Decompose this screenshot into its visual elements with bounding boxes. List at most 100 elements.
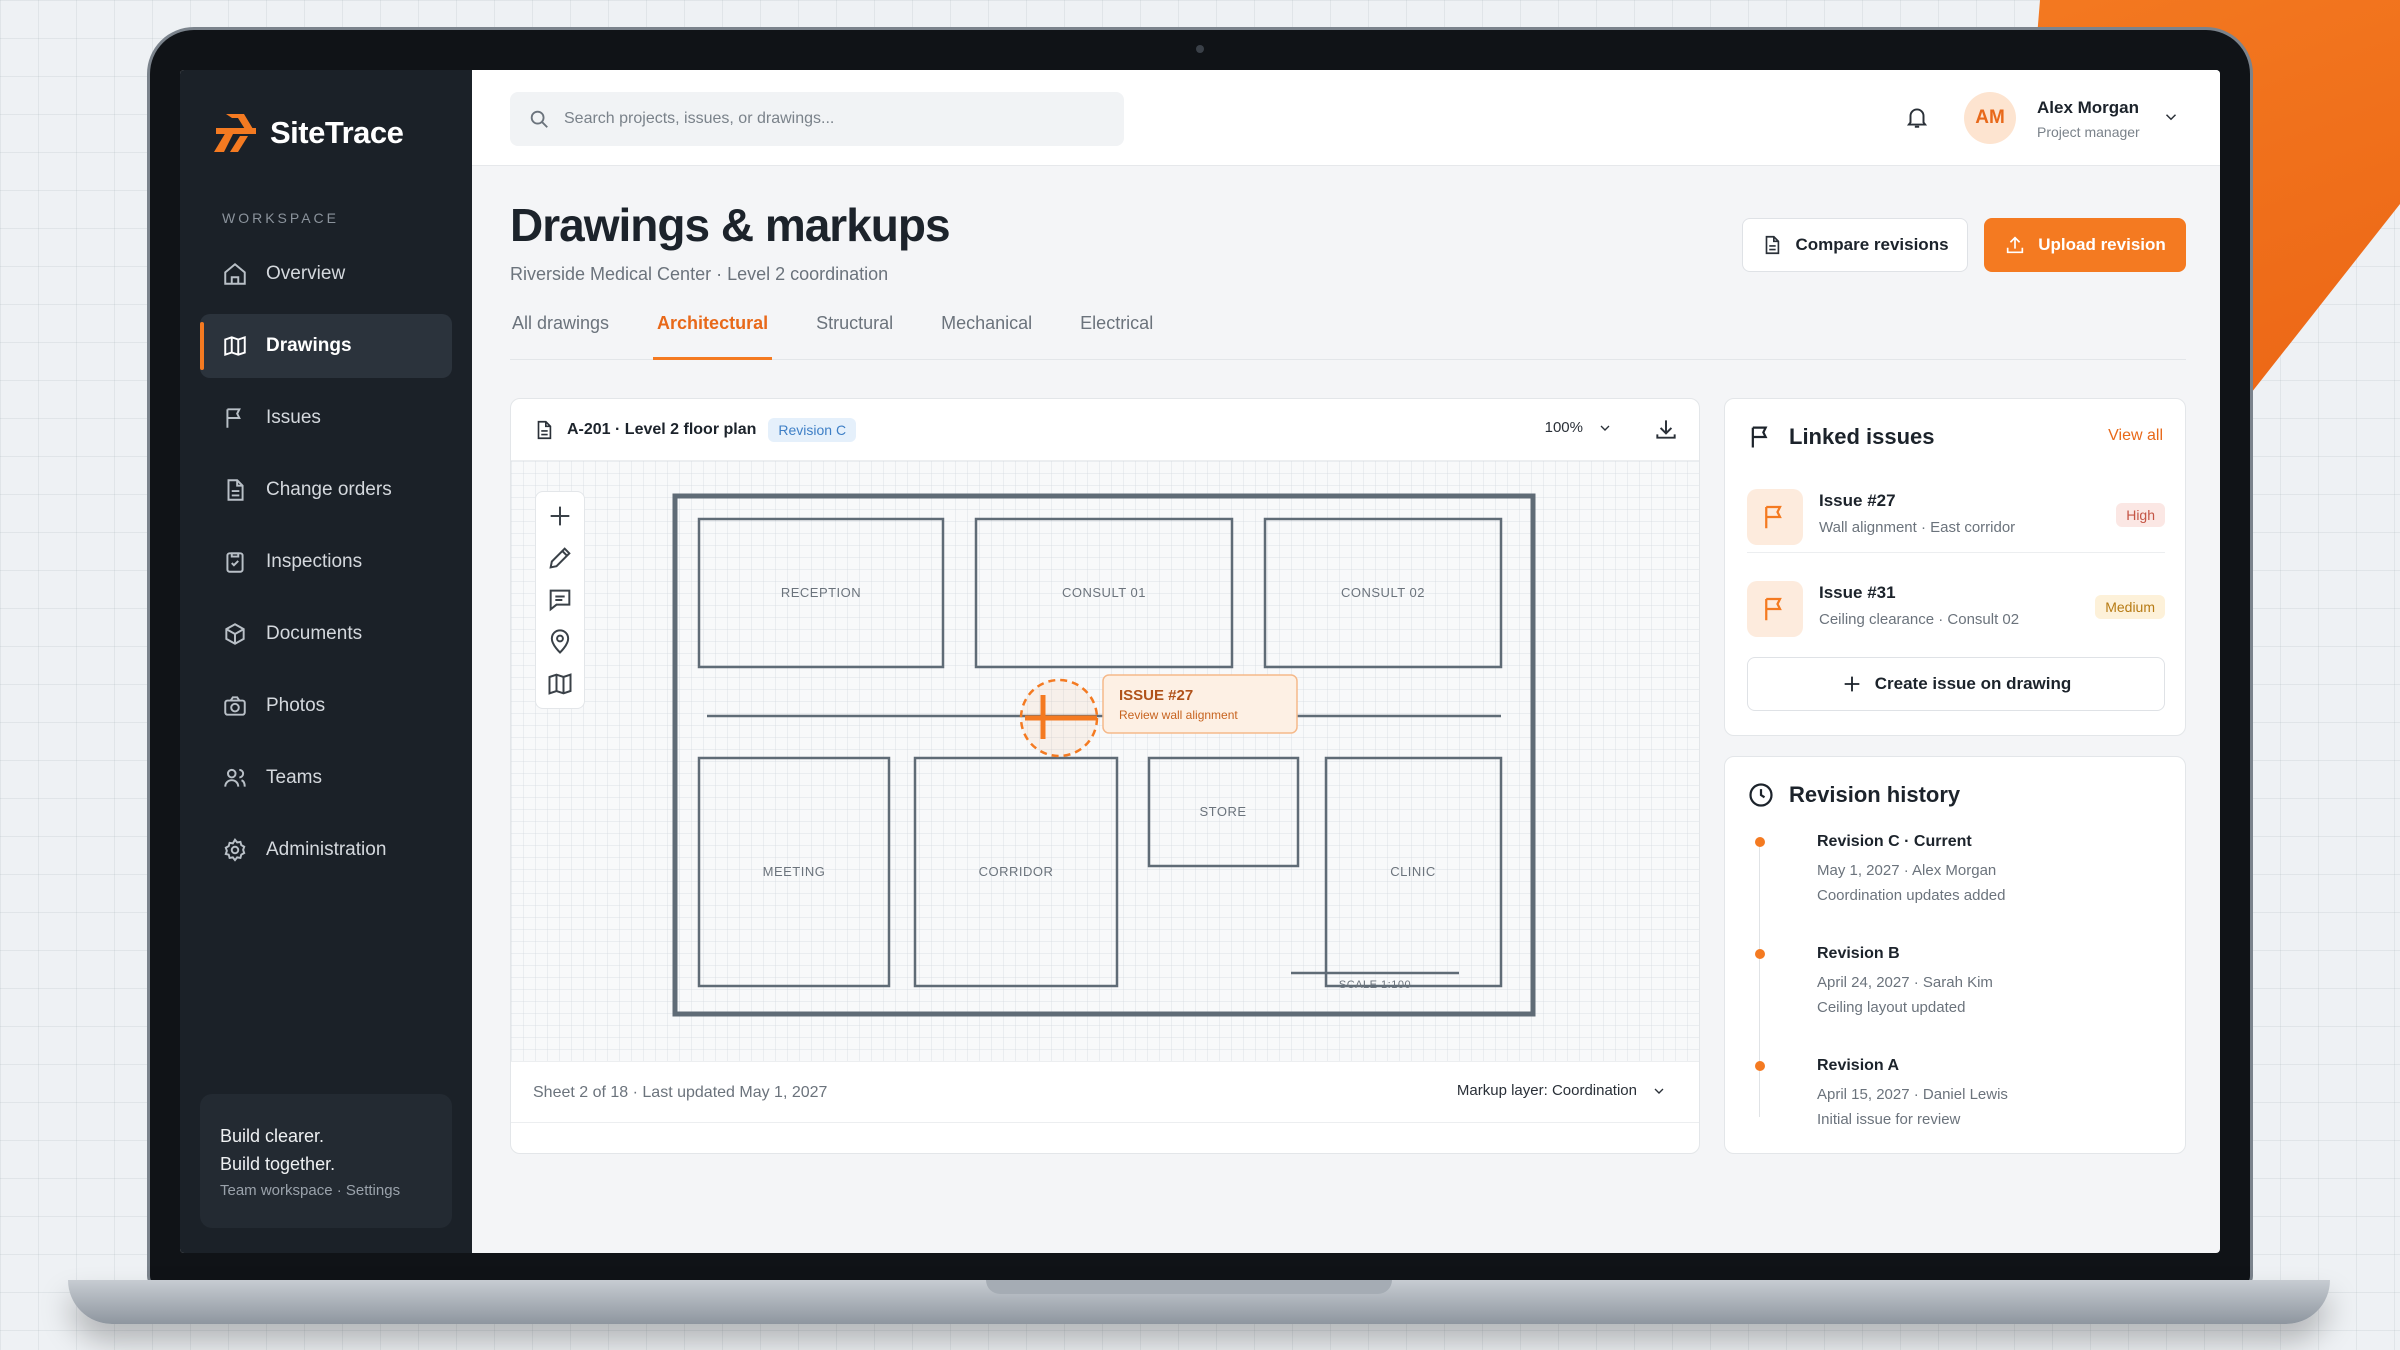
sidebar-item-drawings[interactable]: Drawings <box>200 314 452 378</box>
sidebar: SiteTrace WORKSPACE Overview Drawings Is… <box>180 70 472 1253</box>
timeline-line <box>1759 843 1760 1117</box>
compare-revisions-button[interactable]: Compare revisions <box>1742 218 1968 272</box>
sidebar-item-documents[interactable]: Documents <box>200 602 452 666</box>
linked-issues-title: Linked issues <box>1789 424 1935 449</box>
chevron-down-icon <box>1654 1088 1664 1094</box>
upload-revision-label: Upload revision <box>2038 235 2166 254</box>
markup-toolbar <box>535 491 585 709</box>
compare-revisions-label: Compare revisions <box>1795 235 1949 254</box>
promo-line-2: Build together. <box>220 1154 336 1174</box>
app-name: SiteTrace <box>270 115 404 150</box>
map-icon[interactable] <box>546 670 574 698</box>
user-role: Project manager <box>2037 124 2140 140</box>
sidebar-item-label: Photos <box>266 695 326 716</box>
drawing-header: A-201 · Level 2 floor plan Revision C 10… <box>511 399 1699 461</box>
tab-all-drawings[interactable]: All drawings <box>510 308 611 360</box>
clipboard-check-icon <box>226 552 244 573</box>
issue-flag-badge <box>1747 581 1803 637</box>
revision-history-header: Revision history <box>1747 781 1960 809</box>
view-all-link[interactable]: View all <box>2108 427 2163 445</box>
issue-flag-badge <box>1747 489 1803 545</box>
floor-plan: RECEPTION CONSULT 01 CONSULT 02 MEETING … <box>672 493 1536 1017</box>
sidebar-item-inspections[interactable]: Inspections <box>200 530 452 594</box>
sidebar-item-administration[interactable]: Administration <box>200 818 452 882</box>
flag-icon <box>1751 426 1768 448</box>
app-screen: SiteTrace WORKSPACE Overview Drawings Is… <box>180 70 2220 1253</box>
sidebar-item-teams[interactable]: Teams <box>200 746 452 810</box>
workspace-promo-card[interactable]: Build clearer. Build together. Team work… <box>200 1094 452 1228</box>
main-content: AM Alex Morgan Project manager Drawings … <box>472 70 2220 1253</box>
laptop-notch <box>986 1280 1392 1294</box>
gear-icon <box>224 837 246 862</box>
tab-electrical[interactable]: Electrical <box>1078 308 1155 360</box>
issue-item[interactable]: Issue #27 Wall alignment · East corridor… <box>1747 477 2165 553</box>
users-icon <box>224 768 246 787</box>
sidebar-item-label: Administration <box>266 839 387 860</box>
map-icon <box>224 335 246 357</box>
issue-callout-title: ISSUE #27 <box>1119 687 1193 704</box>
revision-note: Ceiling layout updated <box>1817 999 1966 1016</box>
search-icon <box>530 110 548 128</box>
issue-name: Issue #27 <box>1819 491 1896 510</box>
sheet-info: Sheet 2 of 18 · Last updated May 1, 2027 <box>533 1084 828 1101</box>
revision-note: Initial issue for review <box>1817 1111 1961 1128</box>
markup-layer-label: Markup layer: Coordination <box>1456 1082 1637 1099</box>
outer-wall <box>672 493 1536 1017</box>
upload-icon <box>2007 236 2024 254</box>
markup-layer-select[interactable]: Markup layer: Coordination <box>1457 1082 1667 1099</box>
issue-callout-note: Review wall alignment <box>1119 708 1238 722</box>
sidebar-item-label: Teams <box>266 767 322 788</box>
camera-icon <box>224 696 246 716</box>
search-box[interactable] <box>510 92 1124 146</box>
pencil-icon[interactable] <box>546 544 574 572</box>
app-logo[interactable]: SiteTrace <box>212 112 404 154</box>
sidebar-item-photos[interactable]: Photos <box>200 674 452 738</box>
search-input[interactable] <box>564 110 1084 128</box>
room-label-meeting: MEETING <box>763 864 826 879</box>
zoom-select[interactable]: 100% <box>1545 419 1613 436</box>
issue-description: Ceiling clearance · Consult 02 <box>1819 611 2020 628</box>
document-icon <box>1766 235 1780 255</box>
revision-history-panel: Revision history Revision C · Current Ma… <box>1724 756 2186 1154</box>
sidebar-item-issues[interactable]: Issues <box>200 386 452 450</box>
issue-name: Issue #31 <box>1819 583 1896 602</box>
page-title: Drawings & markups <box>510 199 951 251</box>
issue-description: Wall alignment · East corridor <box>1819 519 2016 536</box>
chevron-down-icon[interactable] <box>2162 108 2180 126</box>
sidebar-item-label: Change orders <box>266 479 392 500</box>
timeline-dot <box>1755 837 1765 847</box>
sidebar-nav: Overview Drawings Issues Change orders I… <box>200 242 452 890</box>
plus-icon[interactable] <box>546 502 574 530</box>
location-pin-icon[interactable] <box>546 628 574 656</box>
upload-revision-button[interactable]: Upload revision <box>1984 218 2186 272</box>
room-label-store: STORE <box>1199 804 1246 819</box>
zoom-level: 100% <box>1544 419 1583 436</box>
flag-icon <box>1765 597 1782 621</box>
revision-name: Revision A <box>1817 1057 1900 1074</box>
drawing-canvas[interactable]: RECEPTION CONSULT 01 CONSULT 02 MEETING … <box>511 461 1699 1061</box>
clock-icon <box>1749 783 1773 807</box>
user-name[interactable]: Alex Morgan <box>2037 98 2139 118</box>
top-bar: AM Alex Morgan Project manager <box>472 70 2220 166</box>
sidebar-item-label: Inspections <box>266 551 363 572</box>
tab-structural[interactable]: Structural <box>814 308 895 360</box>
discipline-tabs: All drawings Architectural Structural Me… <box>510 308 2186 360</box>
create-issue-button[interactable]: Create issue on drawing <box>1747 657 2165 711</box>
issue-item[interactable]: Issue #31 Ceiling clearance · Consult 02… <box>1747 569 2165 645</box>
notification-bell-icon[interactable] <box>1904 104 1930 130</box>
user-avatar[interactable]: AM <box>1964 92 2016 144</box>
comment-icon[interactable] <box>546 586 574 614</box>
tab-mechanical[interactable]: Mechanical <box>939 308 1034 360</box>
revision-meta: April 15, 2027 · Daniel Lewis <box>1817 1086 2008 1103</box>
download-icon[interactable] <box>1653 416 1679 442</box>
sidebar-item-label: Drawings <box>266 335 352 356</box>
sidebar-item-overview[interactable]: Overview <box>200 242 452 306</box>
linked-issues-header: Linked issues <box>1747 423 1935 451</box>
room-label-clinic: CLINIC <box>1390 864 1436 879</box>
tab-architectural[interactable]: Architectural <box>653 308 773 360</box>
promo-line-1: Build clearer. <box>220 1126 325 1146</box>
scale-label: SCALE 1:100 <box>1339 979 1411 991</box>
sidebar-item-change-orders[interactable]: Change orders <box>200 458 452 522</box>
drawing-footer: Sheet 2 of 18 · Last updated May 1, 2027… <box>511 1061 1699 1123</box>
drawing-title: A-201 · Level 2 floor plan <box>567 420 757 438</box>
